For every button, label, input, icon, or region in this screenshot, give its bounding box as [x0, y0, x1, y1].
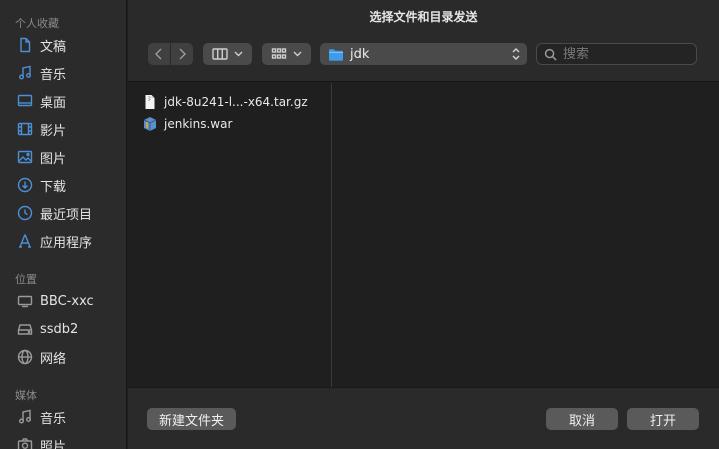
bottom-bar: 新建文件夹 取消 打开 — [128, 387, 719, 449]
sidebar-item-computer[interactable]: BBC-xxc — [0, 288, 126, 314]
chevron-down-icon — [293, 51, 302, 57]
sidebar-item-label: 音乐 — [40, 411, 67, 427]
clock-icon — [17, 205, 33, 221]
file-column: jdk-8u241-l...-x64.tar.gz jenkins.war — [128, 83, 332, 387]
chevron-down-icon — [234, 51, 243, 57]
sidebar-item-drive[interactable]: ssdb2 — [0, 316, 126, 342]
toolbar: jdk — [128, 32, 719, 82]
sidebar-item-label: 应用程序 — [40, 235, 93, 251]
sidebar-section-media: 媒体 — [15, 389, 37, 402]
current-folder-name: jdk — [350, 46, 370, 62]
file-browser: 选择文件和目录发送 jdk jdk-8u241-l...-x — [128, 0, 719, 449]
document-icon — [17, 37, 33, 53]
columns-view-icon — [212, 48, 228, 60]
dialog-title: 选择文件和目录发送 — [369, 9, 478, 24]
sidebar-item-media-photos[interactable]: 照片 — [0, 432, 126, 449]
network-icon — [17, 349, 33, 365]
photo-icon — [17, 149, 33, 165]
back-button[interactable] — [148, 43, 170, 65]
search-input[interactable] — [563, 46, 693, 62]
chevron-right-icon — [179, 48, 186, 60]
sidebar-item-network[interactable]: 网络 — [0, 344, 126, 370]
archive-file-icon — [145, 95, 155, 109]
chevron-left-icon — [155, 48, 162, 60]
sidebar-item-label: 音乐 — [40, 67, 67, 83]
up-down-arrows-icon — [512, 48, 520, 60]
sidebar-item-label: BBC-xxc — [40, 293, 94, 309]
sidebar-item-pictures[interactable]: 图片 — [0, 144, 126, 170]
sidebar-section-favorites: 个人收藏 — [15, 17, 59, 30]
sidebar: 个人收藏 文稿 音乐 桌面 影片 图片 下载 最近项目 应用程序 位置 BBC-… — [0, 0, 127, 449]
sidebar-item-label: 文稿 — [40, 39, 67, 55]
sidebar-item-recents[interactable]: 最近项目 — [0, 200, 126, 226]
search-field[interactable] — [536, 43, 697, 65]
sidebar-item-downloads[interactable]: 下载 — [0, 172, 126, 198]
sidebar-item-documents[interactable]: 文稿 — [0, 32, 126, 58]
applications-icon — [17, 233, 33, 249]
sidebar-item-label: 照片 — [40, 439, 67, 449]
titlebar: 选择文件和目录发送 — [128, 0, 719, 32]
music-icon — [17, 409, 33, 425]
new-folder-button[interactable]: 新建文件夹 — [147, 408, 236, 430]
sidebar-item-label: 桌面 — [40, 95, 67, 111]
film-icon — [17, 121, 33, 137]
sidebar-item-label: 下载 — [40, 179, 67, 195]
cancel-button[interactable]: 取消 — [546, 408, 618, 430]
download-icon — [17, 177, 33, 193]
sidebar-item-label: 最近项目 — [40, 207, 93, 223]
file-name: jdk-8u241-l...-x64.tar.gz — [164, 95, 308, 109]
sidebar-item-label: ssdb2 — [40, 321, 79, 337]
computer-icon — [17, 293, 33, 309]
sidebar-item-label: 图片 — [40, 151, 67, 167]
camera-icon — [17, 437, 33, 449]
folder-icon — [329, 48, 343, 61]
sidebar-item-desktop[interactable]: 桌面 — [0, 88, 126, 114]
path-popup[interactable]: jdk — [320, 43, 527, 65]
group-by-button[interactable] — [262, 43, 311, 65]
sidebar-section-locations: 位置 — [15, 273, 37, 286]
war-file-icon — [143, 117, 157, 131]
music-icon — [17, 65, 33, 81]
file-item-war[interactable]: jenkins.war — [142, 113, 232, 135]
sidebar-item-label: 网络 — [40, 351, 67, 367]
drive-icon — [17, 321, 33, 337]
forward-button[interactable] — [171, 43, 193, 65]
sidebar-item-applications[interactable]: 应用程序 — [0, 228, 126, 254]
sidebar-item-media-music[interactable]: 音乐 — [0, 404, 126, 430]
grid-icon — [271, 48, 287, 59]
sidebar-item-label: 影片 — [40, 123, 67, 139]
sidebar-item-music[interactable]: 音乐 — [0, 60, 126, 86]
file-item-tar-gz[interactable]: jdk-8u241-l...-x64.tar.gz — [142, 91, 308, 113]
sidebar-item-movies[interactable]: 影片 — [0, 116, 126, 142]
search-icon — [544, 48, 557, 61]
open-button[interactable]: 打开 — [627, 408, 699, 430]
desktop-icon — [17, 93, 33, 109]
file-name: jenkins.war — [164, 117, 233, 131]
view-mode-button[interactable] — [203, 43, 252, 65]
preview-column — [333, 83, 719, 387]
